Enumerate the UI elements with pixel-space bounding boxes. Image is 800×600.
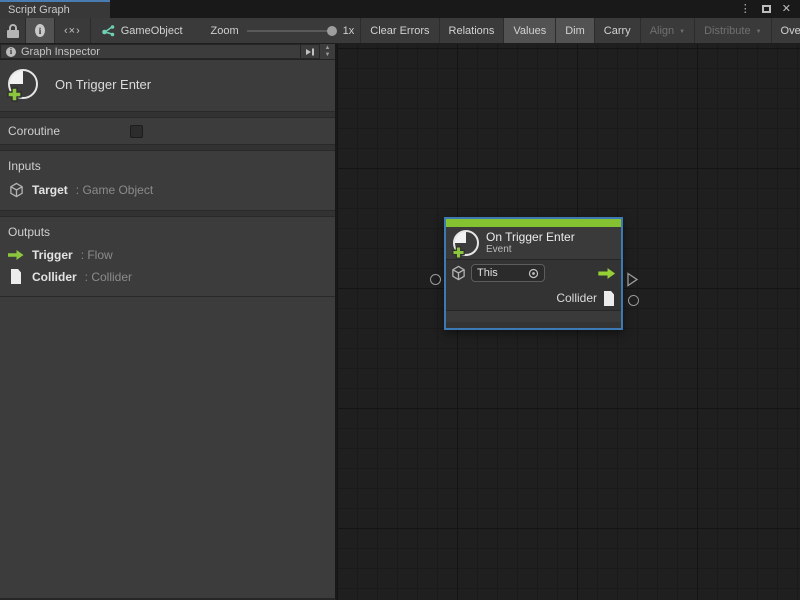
panel-scroll-spinner: ▲ ▼ [320, 44, 335, 59]
window-menu-icon[interactable]: ⋮ [740, 4, 751, 15]
node-accent-bar [446, 219, 621, 227]
outputs-section: Outputs Trigger : Flow Collider : Collid… [0, 217, 335, 297]
zoom-control: Zoom 1x [197, 18, 362, 43]
graph-inspector-titlebox: i Graph Inspector [0, 44, 301, 59]
event-unit-icon [8, 69, 38, 99]
scroll-down-button[interactable]: ▼ [320, 52, 335, 60]
graph-canvas[interactable]: On Trigger Enter Event This [337, 44, 800, 600]
inputs-section: Inputs Target : Game Object [0, 151, 335, 211]
list-item: Trigger : Flow [8, 248, 327, 262]
output-port-collider[interactable] [628, 295, 639, 306]
maximize-icon[interactable] [762, 5, 771, 13]
graph-inspector-title: Graph Inspector [21, 46, 100, 58]
script-graph-icon [101, 24, 115, 38]
port-type: : Collider [85, 270, 132, 284]
dim-toggle-button[interactable]: Dim [556, 18, 595, 43]
tab-title: Script Graph [8, 4, 70, 16]
lock-icon [7, 24, 19, 38]
values-toggle-button[interactable]: Values [504, 18, 556, 43]
port-type: : Game Object [76, 183, 153, 197]
game-object-cube-icon [451, 265, 466, 281]
scroll-up-button[interactable]: ▲ [320, 44, 335, 52]
zoom-label: Zoom [211, 25, 239, 37]
inputs-title: Inputs [8, 159, 327, 173]
relations-button[interactable]: Relations [440, 18, 505, 43]
distribute-label: Distribute [704, 25, 750, 37]
node-titles: On Trigger Enter Event [486, 231, 575, 255]
list-item: Collider : Collider [8, 269, 327, 284]
overview-button[interactable]: Overview [772, 18, 800, 43]
unit-inspector-header: On Trigger Enter [0, 60, 335, 112]
titlebar: Script Graph ⋮ ✕ [0, 0, 800, 18]
target-object-field[interactable]: This [471, 264, 545, 282]
collider-output-label: Collider [556, 291, 597, 305]
values-label: Values [513, 25, 546, 37]
node-subtitle: Event [486, 244, 575, 255]
dim-label: Dim [565, 25, 585, 37]
zoom-value: 1x [343, 25, 355, 37]
zoom-slider[interactable] [247, 30, 335, 32]
output-port-trigger[interactable] [626, 272, 639, 287]
clear-errors-label: Clear Errors [370, 25, 429, 37]
carry-label: Carry [604, 25, 631, 37]
graph-target-label: GameObject [121, 25, 183, 37]
unity-visual-scripting-window: Script Graph ⋮ ✕ i ‹×› GameObj [0, 0, 800, 600]
object-picker-icon[interactable] [528, 268, 539, 279]
clear-errors-button[interactable]: Clear Errors [361, 18, 439, 43]
chevron-down-icon: ▼ [679, 29, 685, 35]
trigger-flow-arrow-icon [598, 267, 616, 280]
on-trigger-enter-node[interactable]: On Trigger Enter Event This [444, 217, 623, 330]
close-icon[interactable]: ✕ [782, 4, 791, 15]
lock-button[interactable] [0, 18, 26, 43]
node-header[interactable]: On Trigger Enter Event [446, 227, 621, 260]
align-dropdown-button[interactable]: Align ▼ [641, 18, 695, 43]
collider-document-icon [8, 269, 24, 284]
overview-label: Overview [781, 25, 800, 37]
collider-document-icon [603, 291, 615, 306]
port-type: : Flow [81, 248, 113, 262]
carry-toggle-button[interactable]: Carry [595, 18, 641, 43]
coroutine-row: Coroutine [0, 118, 335, 145]
port-name: Target [32, 183, 68, 197]
game-object-cube-icon [8, 182, 24, 198]
outputs-title: Outputs [8, 225, 327, 239]
dock-panel-button[interactable] [301, 44, 320, 59]
node-title: On Trigger Enter [486, 231, 575, 244]
node-body: This Collider [446, 260, 621, 311]
graph-toolbar: i ‹×› GameObject Zoom 1x Clear Errors Re… [0, 18, 800, 44]
graph-inspector-header: i Graph Inspector ▲ ▼ [0, 44, 335, 60]
graph-inspector-panel: i Graph Inspector ▲ ▼ On Trigger [0, 44, 336, 600]
code-view-button[interactable]: ‹×› [55, 18, 91, 43]
flow-arrow-icon [8, 249, 24, 261]
window-controls: ⋮ ✕ [740, 0, 800, 18]
target-object-value: This [477, 267, 524, 279]
coroutine-checkbox[interactable] [130, 125, 143, 138]
unit-title: On Trigger Enter [55, 77, 151, 92]
inspector-toggle-button[interactable]: i [26, 18, 55, 43]
event-unit-icon [453, 230, 479, 256]
relations-label: Relations [449, 25, 495, 37]
tab-script-graph[interactable]: Script Graph [0, 0, 110, 18]
target-input-row: This [446, 260, 621, 286]
port-name: Collider [32, 270, 77, 284]
align-label: Align [650, 25, 674, 37]
dock-icon [305, 47, 315, 57]
list-item: Target : Game Object [8, 182, 327, 198]
input-port-target[interactable] [430, 274, 441, 285]
node-footer [446, 311, 621, 322]
zoom-slider-handle[interactable] [327, 26, 337, 36]
graph-target-button[interactable]: GameObject [91, 18, 197, 43]
distribute-dropdown-button[interactable]: Distribute ▼ [695, 18, 771, 43]
info-icon: i [6, 47, 16, 57]
chevron-down-icon: ▼ [756, 29, 762, 35]
code-icon: ‹×› [64, 25, 81, 37]
info-icon: i [35, 24, 45, 37]
coroutine-label: Coroutine [8, 124, 130, 138]
port-name: Trigger [32, 248, 73, 262]
collider-output-row: Collider [446, 286, 621, 310]
